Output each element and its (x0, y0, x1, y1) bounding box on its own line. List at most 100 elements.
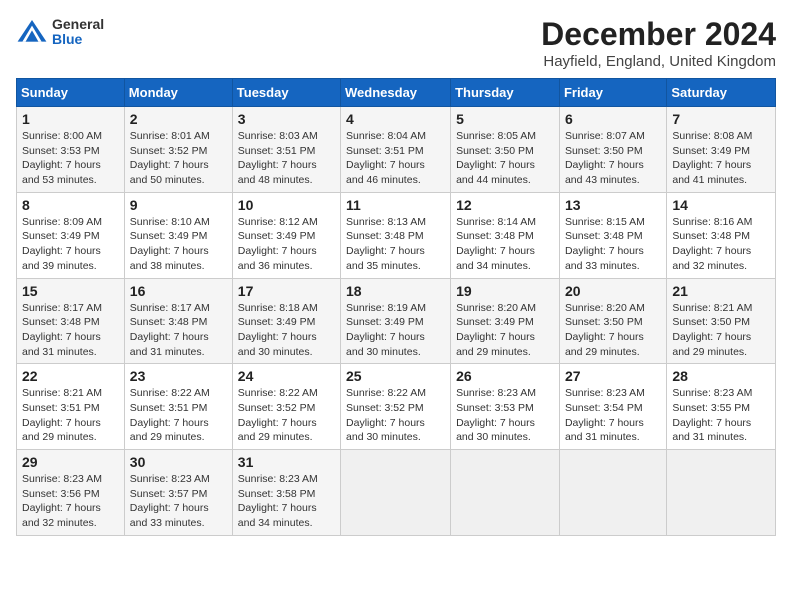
day-info: Sunrise: 8:18 AMSunset: 3:49 PMDaylight:… (238, 301, 335, 360)
calendar-row: 8 Sunrise: 8:09 AMSunset: 3:49 PMDaylight… (17, 192, 776, 278)
day-info: Sunrise: 8:21 AMSunset: 3:50 PMDaylight:… (672, 301, 770, 360)
header-cell-friday: Friday (559, 79, 666, 107)
day-number: 5 (456, 111, 554, 127)
day-number: 23 (130, 368, 227, 384)
day-number: 31 (238, 454, 335, 470)
header-cell-saturday: Saturday (667, 79, 776, 107)
calendar-cell: 21Sunrise: 8:21 AMSunset: 3:50 PMDayligh… (667, 278, 776, 364)
day-number: 7 (672, 111, 770, 127)
day-info: Sunrise: 8:23 AMSunset: 3:53 PMDaylight:… (456, 386, 554, 445)
day-number: 13 (565, 197, 661, 213)
day-info: Sunrise: 8:22 AMSunset: 3:51 PMDaylight:… (130, 386, 227, 445)
day-info: Sunrise: 8:23 AMSunset: 3:57 PMDaylight:… (130, 472, 227, 531)
calendar-cell: 18 Sunrise: 8:19 AMSunset: 3:49 PMDayligh… (341, 278, 451, 364)
calendar-cell: 3 Sunrise: 8:03 AMSunset: 3:51 PMDaylight… (232, 107, 340, 193)
day-number: 27 (565, 368, 661, 384)
day-info: Sunrise: 8:21 AMSunset: 3:51 PMDaylight:… (22, 386, 119, 445)
day-number: 18 (346, 283, 445, 299)
calendar-cell (667, 450, 776, 536)
calendar-cell: 26 Sunrise: 8:23 AMSunset: 3:53 PMDayligh… (451, 364, 560, 450)
calendar-cell: 7Sunrise: 8:08 AMSunset: 3:49 PMDaylight… (667, 107, 776, 193)
logo: General Blue (16, 16, 104, 48)
calendar-cell: 27 Sunrise: 8:23 AMSunset: 3:54 PMDayligh… (559, 364, 666, 450)
day-info: Sunrise: 8:23 AMSunset: 3:54 PMDaylight:… (565, 386, 661, 445)
day-number: 11 (346, 197, 445, 213)
calendar-body: 1 Sunrise: 8:00 AMSunset: 3:53 PMDaylight… (17, 107, 776, 536)
calendar-cell: 15 Sunrise: 8:17 AMSunset: 3:48 PMDayligh… (17, 278, 125, 364)
day-info: Sunrise: 8:04 AMSunset: 3:51 PMDaylight:… (346, 129, 445, 188)
day-number: 30 (130, 454, 227, 470)
day-number: 8 (22, 197, 119, 213)
day-number: 12 (456, 197, 554, 213)
day-info: Sunrise: 8:00 AMSunset: 3:53 PMDaylight:… (22, 129, 119, 188)
calendar-cell: 20Sunrise: 8:20 AMSunset: 3:50 PMDayligh… (559, 278, 666, 364)
location: Hayfield, England, United Kingdom (541, 53, 776, 70)
day-number: 3 (238, 111, 335, 127)
day-info: Sunrise: 8:13 AMSunset: 3:48 PMDaylight:… (346, 215, 445, 274)
day-info: Sunrise: 8:19 AMSunset: 3:49 PMDaylight:… (346, 301, 445, 360)
day-info: Sunrise: 8:23 AMSunset: 3:55 PMDaylight:… (672, 386, 770, 445)
calendar-cell: 16 Sunrise: 8:17 AMSunset: 3:48 PMDayligh… (124, 278, 232, 364)
calendar-cell: 19 Sunrise: 8:20 AMSunset: 3:49 PMDayligh… (451, 278, 560, 364)
day-number: 14 (672, 197, 770, 213)
calendar-cell: 14 Sunrise: 8:16 AMSunset: 3:48 PMDayligh… (667, 192, 776, 278)
calendar-cell: 22 Sunrise: 8:21 AMSunset: 3:51 PMDayligh… (17, 364, 125, 450)
day-number: 26 (456, 368, 554, 384)
calendar-cell: 1 Sunrise: 8:00 AMSunset: 3:53 PMDaylight… (17, 107, 125, 193)
day-info: Sunrise: 8:20 AMSunset: 3:49 PMDaylight:… (456, 301, 554, 360)
day-number: 28 (672, 368, 770, 384)
calendar-cell: 9Sunrise: 8:10 AMSunset: 3:49 PMDaylight… (124, 192, 232, 278)
day-number: 4 (346, 111, 445, 127)
day-number: 24 (238, 368, 335, 384)
day-info: Sunrise: 8:05 AMSunset: 3:50 PMDaylight:… (456, 129, 554, 188)
day-number: 16 (130, 283, 227, 299)
calendar-cell: 28 Sunrise: 8:23 AMSunset: 3:55 PMDayligh… (667, 364, 776, 450)
day-info: Sunrise: 8:01 AMSunset: 3:52 PMDaylight:… (130, 129, 227, 188)
day-number: 25 (346, 368, 445, 384)
calendar-row: 22 Sunrise: 8:21 AMSunset: 3:51 PMDayligh… (17, 364, 776, 450)
day-number: 22 (22, 368, 119, 384)
calendar-header: SundayMondayTuesdayWednesdayThursdayFrid… (17, 79, 776, 107)
calendar-row: 15 Sunrise: 8:17 AMSunset: 3:48 PMDayligh… (17, 278, 776, 364)
logo-text: General Blue (52, 17, 104, 48)
day-number: 19 (456, 283, 554, 299)
day-number: 15 (22, 283, 119, 299)
day-info: Sunrise: 8:22 AMSunset: 3:52 PMDaylight:… (346, 386, 445, 445)
header-row: SundayMondayTuesdayWednesdayThursdayFrid… (17, 79, 776, 107)
calendar-cell: 24 Sunrise: 8:22 AMSunset: 3:52 PMDayligh… (232, 364, 340, 450)
calendar-row: 29Sunrise: 8:23 AMSunset: 3:56 PMDayligh… (17, 450, 776, 536)
calendar-cell (451, 450, 560, 536)
day-info: Sunrise: 8:20 AMSunset: 3:50 PMDaylight:… (565, 301, 661, 360)
calendar-cell: 10 Sunrise: 8:12 AMSunset: 3:49 PMDayligh… (232, 192, 340, 278)
day-number: 9 (130, 197, 227, 213)
header-cell-tuesday: Tuesday (232, 79, 340, 107)
day-info: Sunrise: 8:14 AMSunset: 3:48 PMDaylight:… (456, 215, 554, 274)
calendar-cell: 5 Sunrise: 8:05 AMSunset: 3:50 PMDaylight… (451, 107, 560, 193)
calendar-row: 1 Sunrise: 8:00 AMSunset: 3:53 PMDaylight… (17, 107, 776, 193)
day-number: 2 (130, 111, 227, 127)
calendar-cell: 6 Sunrise: 8:07 AMSunset: 3:50 PMDaylight… (559, 107, 666, 193)
calendar-cell: 29Sunrise: 8:23 AMSunset: 3:56 PMDayligh… (17, 450, 125, 536)
calendar-cell: 4 Sunrise: 8:04 AMSunset: 3:51 PMDaylight… (341, 107, 451, 193)
day-info: Sunrise: 8:12 AMSunset: 3:49 PMDaylight:… (238, 215, 335, 274)
calendar-cell: 11 Sunrise: 8:13 AMSunset: 3:48 PMDayligh… (341, 192, 451, 278)
logo-general: General (52, 17, 104, 32)
calendar-cell: 31Sunrise: 8:23 AMSunset: 3:58 PMDayligh… (232, 450, 340, 536)
calendar-cell: 13Sunrise: 8:15 AMSunset: 3:48 PMDayligh… (559, 192, 666, 278)
calendar-cell: 17Sunrise: 8:18 AMSunset: 3:49 PMDayligh… (232, 278, 340, 364)
day-number: 1 (22, 111, 119, 127)
day-info: Sunrise: 8:22 AMSunset: 3:52 PMDaylight:… (238, 386, 335, 445)
month-title: December 2024 (541, 16, 776, 53)
logo-blue: Blue (52, 32, 104, 47)
day-info: Sunrise: 8:17 AMSunset: 3:48 PMDaylight:… (130, 301, 227, 360)
calendar-cell: 23 Sunrise: 8:22 AMSunset: 3:51 PMDayligh… (124, 364, 232, 450)
calendar-cell: 2 Sunrise: 8:01 AMSunset: 3:52 PMDaylight… (124, 107, 232, 193)
day-number: 10 (238, 197, 335, 213)
day-number: 6 (565, 111, 661, 127)
day-info: Sunrise: 8:07 AMSunset: 3:50 PMDaylight:… (565, 129, 661, 188)
day-info: Sunrise: 8:09 AMSunset: 3:49 PMDaylight:… (22, 215, 119, 274)
day-info: Sunrise: 8:16 AMSunset: 3:48 PMDaylight:… (672, 215, 770, 274)
calendar-cell: 30 Sunrise: 8:23 AMSunset: 3:57 PMDayligh… (124, 450, 232, 536)
day-info: Sunrise: 8:03 AMSunset: 3:51 PMDaylight:… (238, 129, 335, 188)
day-info: Sunrise: 8:17 AMSunset: 3:48 PMDaylight:… (22, 301, 119, 360)
